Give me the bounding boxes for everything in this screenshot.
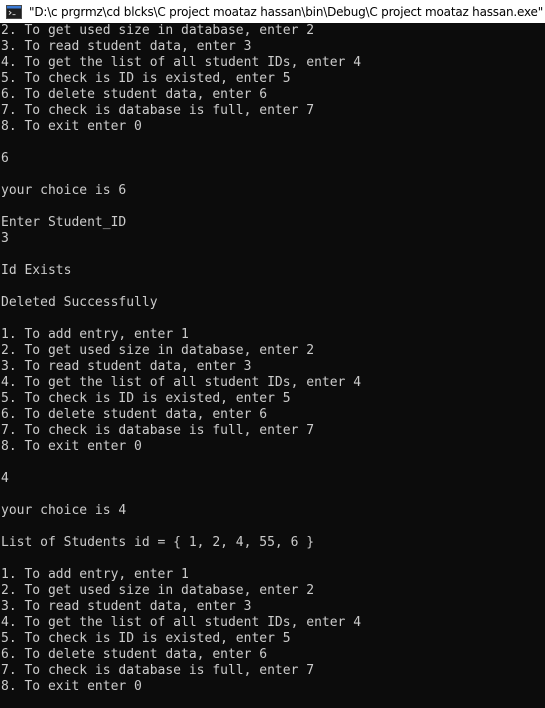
console-line: 3. To read student data, enter 3 — [1, 599, 252, 614]
console-line: List of Students id = { 1, 2, 4, 55, 6 } — [1, 535, 315, 550]
console-line: 5. To check is ID is existed, enter 5 — [1, 391, 291, 406]
console-line: 1. To add entry, enter 1 — [1, 567, 189, 582]
console-line: 7. To check is database is full, enter 7 — [1, 663, 315, 678]
console-line: 8. To exit enter 0 — [1, 439, 142, 454]
console-line: 2. To get used size in database, enter 2 — [1, 583, 315, 598]
console-line: 2. To get used size in database, enter 2 — [1, 23, 315, 38]
console-line: 3. To read student data, enter 3 — [1, 359, 252, 374]
console-output[interactable]: 2. To get used size in database, enter 2… — [0, 23, 545, 708]
window-title: "D:\c prgrmz\cd blcks\C project moataz h… — [29, 4, 544, 19]
console-line: 5. To check is ID is existed, enter 5 — [1, 71, 291, 86]
console-line: Deleted Successfully — [1, 295, 158, 310]
console-line: Id Exists — [1, 263, 72, 278]
console-line: your choice is 6 — [1, 183, 127, 198]
console-window: "D:\c prgrmz\cd blcks\C project moataz h… — [0, 0, 545, 708]
console-line: your choice is 4 — [1, 503, 127, 518]
console-line: 5. To check is ID is existed, enter 5 — [1, 631, 291, 646]
console-line: 6. To delete student data, enter 6 — [1, 407, 268, 422]
console-line: 4 — [1, 471, 9, 486]
console-line: 7. To check is database is full, enter 7 — [1, 103, 315, 118]
console-line: 4. To get the list of all student IDs, e… — [1, 55, 362, 70]
console-line: 6. To delete student data, enter 6 — [1, 647, 268, 662]
console-line: 4. To get the list of all student IDs, e… — [1, 375, 362, 390]
console-line: 8. To exit enter 0 — [1, 119, 142, 134]
console-line: 3. To read student data, enter 3 — [1, 39, 252, 54]
console-line: 1. To add entry, enter 1 — [1, 327, 189, 342]
console-app-icon[interactable] — [6, 4, 22, 19]
console-line: 7. To check is database is full, enter 7 — [1, 423, 315, 438]
console-line: 6 — [1, 151, 9, 166]
console-line: Enter Student_ID — [1, 215, 127, 230]
console-line: 3 — [1, 231, 9, 246]
console-line: 4. To get the list of all student IDs, e… — [1, 615, 362, 630]
console-line: 6. To delete student data, enter 6 — [1, 87, 268, 102]
console-line: 8. To exit enter 0 — [1, 679, 142, 694]
console-line: 2. To get used size in database, enter 2 — [1, 343, 315, 358]
title-bar[interactable]: "D:\c prgrmz\cd blcks\C project moataz h… — [0, 0, 545, 23]
